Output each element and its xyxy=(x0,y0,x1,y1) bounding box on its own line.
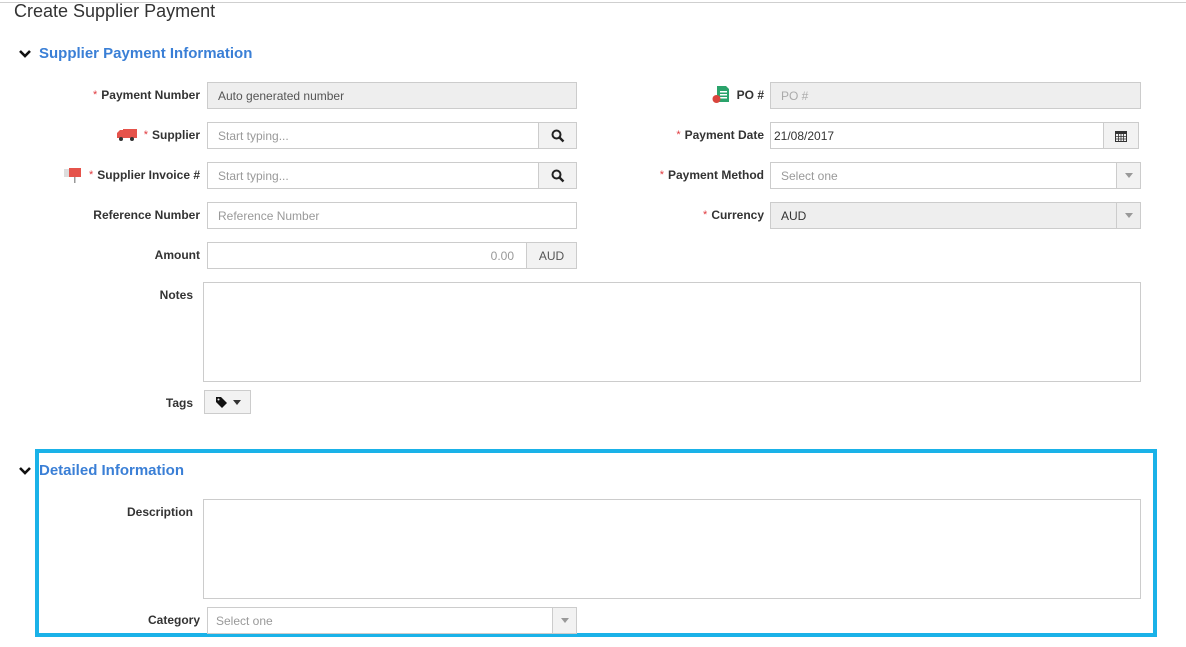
supplier-invoice-label: * Supplier Invoice # xyxy=(64,167,200,183)
section-title: Supplier Payment Information xyxy=(39,45,253,62)
search-icon xyxy=(551,169,564,182)
reference-number-label: Reference Number xyxy=(93,207,200,223)
section-header-payment-info[interactable]: Supplier Payment Information xyxy=(18,45,252,62)
supplier-label: * Supplier xyxy=(116,127,200,143)
label-text: Reference Number xyxy=(93,208,200,222)
tags-dropdown-button[interactable] xyxy=(204,390,251,414)
payment-method-label: * Payment Method xyxy=(660,167,764,183)
payment-number-label: * Payment Number xyxy=(93,87,200,103)
label-text: Payment Number xyxy=(101,88,200,102)
notes-label: Notes xyxy=(160,287,193,303)
caret-down-icon xyxy=(1124,213,1133,218)
currency-select[interactable]: AUD xyxy=(770,202,1141,229)
mailbox-icon xyxy=(64,168,82,183)
required-marker: * xyxy=(659,169,664,181)
section-header-detailed-info[interactable]: Detailed Information xyxy=(18,462,184,479)
supplier-input[interactable]: Start typing... xyxy=(207,122,539,149)
calendar-button[interactable] xyxy=(1103,122,1139,149)
selected-value: Select one xyxy=(216,613,273,628)
payment-method-select[interactable]: Select one xyxy=(770,162,1141,189)
amount-label: Amount xyxy=(155,247,200,263)
label-text: Payment Date xyxy=(684,128,764,142)
caret-down-icon xyxy=(232,399,241,405)
notes-textarea[interactable] xyxy=(203,282,1141,382)
truck-icon xyxy=(116,129,137,141)
required-marker: * xyxy=(703,209,708,221)
required-marker: * xyxy=(93,89,98,101)
label-text: Category xyxy=(147,613,200,627)
calendar-icon xyxy=(1115,130,1127,142)
currency-dropdown-toggle[interactable] xyxy=(1116,202,1141,229)
payment-date-label: * Payment Date xyxy=(676,127,764,143)
label-text: Amount xyxy=(154,248,200,262)
supplier-invoice-search-button[interactable] xyxy=(538,162,577,189)
supplier-search-button[interactable] xyxy=(538,122,577,149)
description-label: Description xyxy=(127,504,193,520)
chevron-down-icon[interactable] xyxy=(18,47,32,61)
category-dropdown-toggle[interactable] xyxy=(552,607,577,634)
po-number-input[interactable]: PO # xyxy=(770,82,1141,109)
label-text: Notes xyxy=(159,288,193,302)
label-text: Tags xyxy=(165,396,193,410)
label-text: PO # xyxy=(736,88,764,102)
reference-number-input[interactable]: Reference Number xyxy=(207,202,577,229)
payment-method-dropdown-toggle[interactable] xyxy=(1116,162,1141,189)
label-text: Supplier Invoice # xyxy=(97,168,200,182)
tag-icon xyxy=(215,396,227,408)
selected-value: AUD xyxy=(781,208,807,223)
category-label: Category xyxy=(148,612,200,628)
required-marker: * xyxy=(89,169,94,181)
label-text: Supplier xyxy=(151,128,200,142)
required-marker: * xyxy=(143,129,148,141)
label-text: Currency xyxy=(711,208,764,222)
payment-date-input[interactable]: 21/08/2017 xyxy=(770,122,1104,149)
caret-down-icon xyxy=(560,618,569,623)
page-title: Create Supplier Payment xyxy=(14,1,216,21)
purchase-order-icon xyxy=(712,86,729,103)
currency-label: * Currency xyxy=(703,207,764,223)
label-text: Description xyxy=(126,505,193,519)
search-icon xyxy=(551,129,564,142)
description-textarea[interactable] xyxy=(203,499,1141,599)
chevron-down-icon[interactable] xyxy=(18,464,32,478)
supplier-invoice-input[interactable]: Start typing... xyxy=(207,162,539,189)
label-text: Payment Method xyxy=(667,168,764,182)
po-number-label: PO # xyxy=(712,86,764,103)
amount-input[interactable]: 0.00 xyxy=(207,242,527,269)
payment-number-field: Auto generated number xyxy=(207,82,577,109)
tags-label: Tags xyxy=(166,395,193,411)
category-select[interactable]: Select one xyxy=(207,607,577,634)
section-title: Detailed Information xyxy=(39,462,185,479)
selected-value: Select one xyxy=(781,168,838,183)
required-marker: * xyxy=(676,129,681,141)
amount-currency-addon: AUD xyxy=(526,242,577,269)
caret-down-icon xyxy=(1124,173,1133,178)
